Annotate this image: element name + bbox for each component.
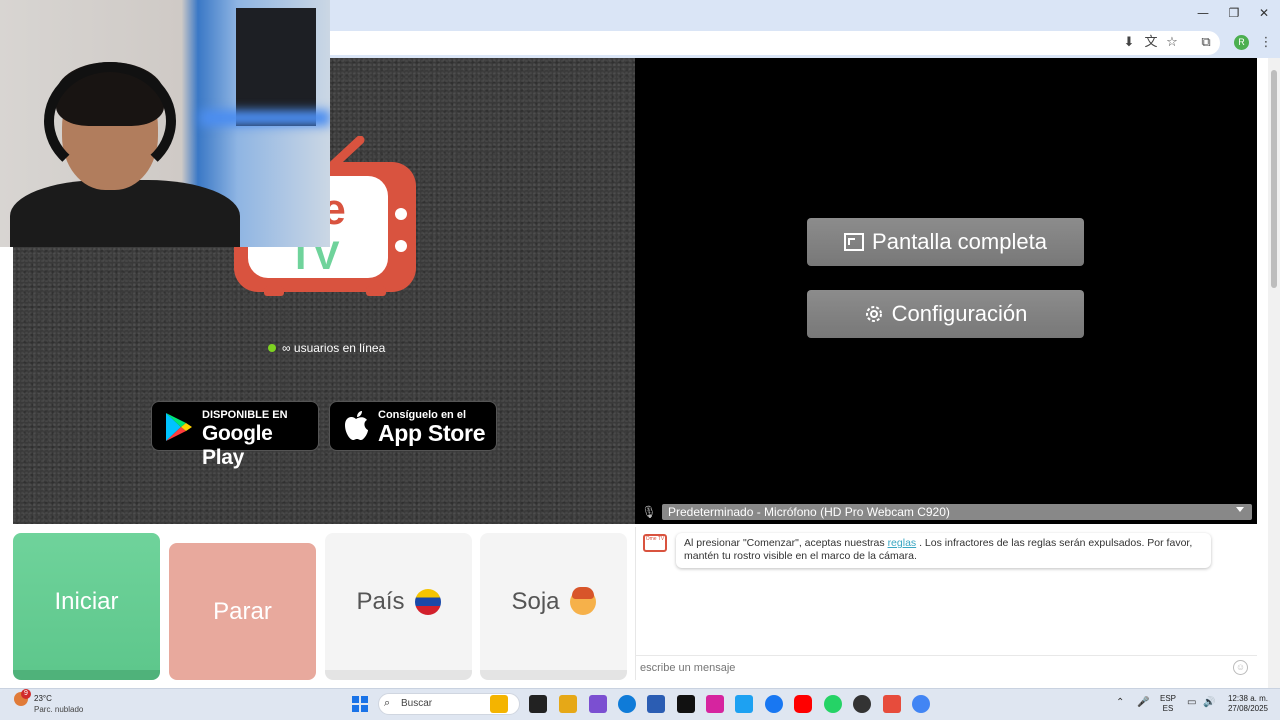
stop-label: Parar	[213, 597, 272, 625]
taskbar-app-store-icon[interactable]	[647, 695, 665, 713]
gender-label: Soja	[511, 587, 560, 615]
address-bar[interactable]	[300, 31, 1220, 55]
google-play-small-text: DISPONIBLE EN	[202, 409, 288, 421]
settings-label: Configuración	[891, 301, 1028, 326]
taskbar-app-instagram-icon[interactable]	[706, 695, 724, 713]
google-play-big-text: Google Play	[202, 422, 273, 469]
network-icon[interactable]: ▭	[1187, 697, 1196, 708]
temperature: 23°C	[34, 694, 52, 703]
taskbar-app-k-icon[interactable]	[677, 695, 695, 713]
taskbar-app-copilot-icon[interactable]	[589, 695, 607, 713]
taskbar-app-taskview-icon[interactable]	[529, 695, 547, 713]
install-icon[interactable]: ⬇	[1119, 33, 1139, 53]
close-button[interactable]: ✕	[1253, 4, 1275, 22]
microphone-icon: 🎙	[641, 505, 657, 519]
country-label: País	[356, 587, 405, 615]
emoji-icon[interactable]: ☺	[1233, 660, 1248, 675]
google-play-icon	[166, 413, 192, 441]
minimize-button[interactable]: —	[1192, 4, 1214, 22]
taskbar-app-whatsapp-icon[interactable]	[824, 695, 842, 713]
message-text-pre: Al presionar "Comenzar", aceptas nuestra…	[684, 537, 885, 549]
stop-button[interactable]: Parar	[169, 543, 316, 680]
taskbar-app-obs-icon[interactable]	[853, 695, 871, 713]
start-label: Iniciar	[54, 587, 119, 615]
clock-date: 27/08/2025	[1227, 704, 1268, 713]
message-input[interactable]	[640, 660, 1220, 676]
volume-icon[interactable]: 🔊	[1203, 697, 1215, 708]
fullscreen-button[interactable]: Pantalla completa	[807, 218, 1084, 266]
language-code: ESP	[1159, 694, 1176, 703]
system-message: Al presionar "Comenzar", aceptas nuestra…	[676, 533, 1211, 568]
boy-emoji-icon	[569, 586, 596, 615]
online-users-indicator: ∞ usuarios en línea	[268, 340, 385, 356]
app-store-big-text: App Store	[378, 420, 486, 446]
venezuela-flag-icon	[414, 588, 441, 615]
gender-filter-button[interactable]: Soja	[480, 533, 627, 680]
fullscreen-icon	[844, 233, 865, 251]
online-users-text: ∞ usuarios en línea	[282, 341, 386, 355]
windows-start-icon[interactable]	[352, 696, 368, 712]
windows-taskbar	[0, 688, 1280, 720]
online-dot-icon	[268, 344, 276, 352]
start-button[interactable]: Iniciar	[13, 533, 160, 680]
apple-icon	[345, 411, 368, 440]
country-filter-button[interactable]: País	[325, 533, 472, 680]
profile-avatar[interactable]: R	[1234, 35, 1249, 50]
menu-icon[interactable]: ⋮	[1256, 33, 1276, 53]
taskbar-app-twitter-icon[interactable]	[735, 695, 753, 713]
star-icon[interactable]: ☆	[1162, 33, 1182, 53]
taskbar-app-chrome-icon[interactable]	[912, 695, 930, 713]
chevron-up-icon[interactable]: ⌃	[1116, 697, 1124, 708]
chevron-down-icon[interactable]	[1236, 507, 1244, 512]
taskbar-app-edge-icon[interactable]	[618, 695, 636, 713]
keyboard-code: ES	[1162, 704, 1174, 713]
google-play-badge[interactable]: DISPONIBLE EN Google Play	[151, 401, 319, 469]
clock-time: 12:38 a. m.	[1227, 694, 1268, 703]
weather-badge: 9	[21, 689, 31, 699]
clock[interactable]: 12:38 a. m. 27/08/2025	[1218, 694, 1268, 714]
scrollbar-thumb[interactable]	[1271, 70, 1277, 288]
taskbar-app-youtube-icon[interactable]	[794, 695, 812, 713]
extensions-icon[interactable]: ⧉	[1196, 33, 1216, 53]
weather-condition: Parc. nublado	[34, 705, 84, 714]
app-store-badge[interactable]: Consíguelo en el App Store	[329, 401, 497, 451]
rules-link[interactable]: reglas	[888, 537, 917, 549]
chat-bot-avatar: Ome TV	[643, 534, 667, 552]
fullscreen-label: Pantalla completa	[872, 229, 1047, 254]
restore-button[interactable]: ❐	[1223, 4, 1245, 22]
divider	[635, 655, 1257, 656]
microphone-select[interactable]: Predeterminado - Micrófono (HD Pro Webca…	[662, 504, 1252, 520]
settings-button[interactable]: Configuración	[807, 290, 1084, 338]
translate-icon[interactable]: 文	[1141, 33, 1161, 53]
microphone-tray-icon[interactable]: 🎤	[1137, 697, 1149, 708]
taskbar-app-explorer-icon[interactable]	[559, 695, 577, 713]
self-webcam-preview	[0, 0, 330, 247]
language-indicator[interactable]: ESP ES	[1158, 694, 1178, 714]
gear-icon	[865, 306, 882, 322]
taskbar-app-calendar-icon[interactable]	[883, 695, 901, 713]
taskbar-app-facebook-icon[interactable]	[765, 695, 783, 713]
search-icon: ⌕	[384, 696, 391, 709]
taskbar-app-widget-icon[interactable]	[490, 695, 508, 713]
